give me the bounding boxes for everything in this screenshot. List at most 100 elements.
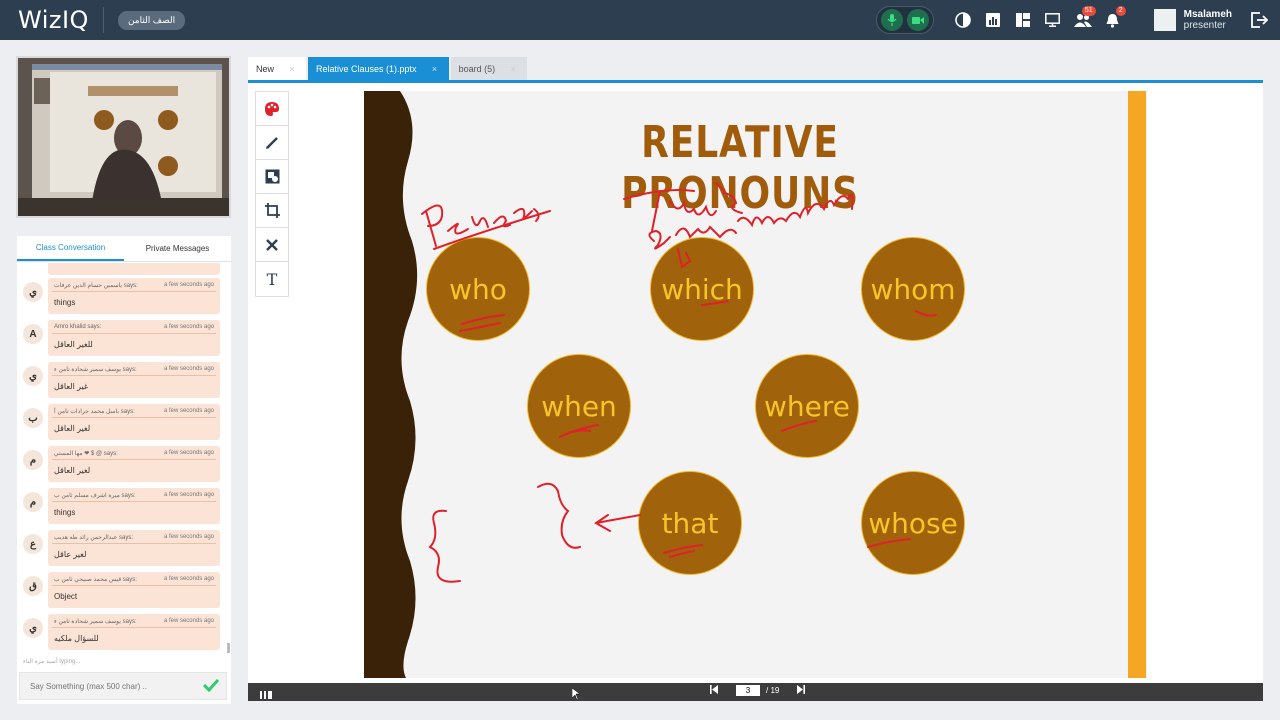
message-sender: مها المستي ❤ $ @ says: (54, 451, 118, 457)
slide-controls-bar: / 19 (248, 683, 1263, 701)
message-time: a few seconds ago (163, 408, 214, 414)
message-text: لغير عاقل (54, 550, 87, 559)
attendees-icon[interactable]: 51 (1068, 0, 1098, 40)
poll-chart-icon[interactable] (978, 0, 1008, 40)
avatar: ي (23, 282, 43, 302)
page-number-input[interactable] (736, 685, 760, 696)
message-sender: يوسف سمير شحادة ثامن ء says: (54, 619, 137, 625)
avatar: م (23, 492, 43, 512)
text-tool-icon[interactable]: T (256, 262, 288, 296)
avatar: ي (23, 618, 43, 638)
palette-icon[interactable] (256, 92, 288, 126)
presenter-video[interactable] (16, 56, 231, 218)
message-sender: ياسمين حسام الدين عرفات says: (54, 283, 138, 289)
user-profile[interactable]: Msalameh presenter (1153, 9, 1232, 31)
tab-private-messages[interactable]: Private Messages (124, 236, 231, 261)
tab-relative-clauses[interactable]: Relative Clauses (1).pptx × (308, 57, 449, 80)
screen-share-icon[interactable] (1038, 0, 1068, 40)
whiteboard[interactable]: T RELATIVE PRONOUNS who which whom when … (248, 83, 1263, 683)
avatar: م (23, 450, 43, 470)
message-text: things (54, 298, 76, 307)
av-controls (875, 6, 934, 34)
user-role: presenter (1183, 20, 1226, 31)
next-slide-icon[interactable] (797, 685, 806, 696)
divider (102, 7, 104, 33)
close-icon[interactable]: × (286, 64, 298, 74)
pagination: / 19 (710, 685, 806, 696)
previous-slide-icon[interactable] (710, 685, 718, 696)
app-logo: WizIQ (18, 6, 89, 34)
avatar: A (23, 324, 43, 344)
tab-class-conversation[interactable]: Class Conversation (17, 236, 124, 261)
close-icon[interactable]: × (429, 64, 441, 74)
camera-icon[interactable] (906, 9, 929, 31)
message-text: للسؤال ملكيه (54, 634, 99, 643)
shapes-icon[interactable] (256, 160, 288, 194)
list-item: ب باسل محمد جرادات ثامن أ says: a few sec… (17, 402, 231, 444)
message-list[interactable]: ي ياسمين حسام الدين عرفات says: a few sec… (17, 263, 231, 653)
avatar (1153, 9, 1176, 31)
chat-panel: Class Conversation Private Messages ي يا… (17, 236, 231, 704)
message-time: a few seconds ago (163, 324, 214, 330)
chat-message-input[interactable] (20, 673, 180, 699)
list-item: م ميرة اشرف مسلم ثامن ب says: a few secon… (17, 486, 231, 528)
exit-class-icon[interactable] (1244, 0, 1274, 40)
attendees-count-badge: 51 (1081, 6, 1096, 16)
notifications-bell-icon[interactable]: 2 (1098, 0, 1128, 40)
avatar: ي (23, 366, 43, 386)
list-item: ي ياسمين حسام الدين عرفات says: a few sec… (17, 276, 231, 318)
contrast-icon[interactable] (948, 0, 978, 40)
drawing-toolbar: T (255, 91, 289, 297)
avatar: ع (23, 534, 43, 554)
message-time: a few seconds ago (163, 282, 214, 288)
tab-label: New (256, 63, 275, 74)
message-text: غير العاقل (54, 382, 89, 391)
list-item: A Amro khalid says: a few seconds ago للغي… (17, 318, 231, 360)
message-sender: باسل محمد جرادات ثامن أ says: (54, 409, 135, 415)
microphone-icon[interactable] (880, 9, 903, 31)
avatar: ب (23, 408, 43, 428)
chat-input-box (19, 672, 227, 700)
message-text: للغير العاقل (54, 340, 93, 349)
message-sender: ميرة اشرف مسلم ثامن ب says: (54, 493, 136, 499)
message-text: لغير العاقل (54, 466, 91, 475)
list-item: ي يوسف سمير شحادة ثامن ء says: a few seco… (17, 612, 231, 653)
mouse-cursor-icon (571, 687, 581, 705)
user-name: Msalameh (1183, 9, 1232, 20)
message-time: a few seconds ago (163, 366, 214, 372)
message-text: Object (54, 592, 78, 601)
message-time: a few seconds ago (163, 618, 214, 624)
list-item: ق قيس محمد صبيحي ثامن ب says: a few secon… (17, 570, 231, 612)
notifications-count-badge: 2 (1115, 6, 1126, 16)
message-time: a few seconds ago (163, 534, 214, 540)
thumbnails-icon[interactable] (260, 687, 272, 705)
message-time: a few seconds ago (163, 492, 214, 498)
message-sender: عبدالرحمن رائد طه هديب says: (54, 535, 134, 541)
list-item: م مها المستي ❤ $ @ says: a few seconds ag… (17, 444, 231, 486)
message-text: things (54, 508, 76, 517)
message-time: a few seconds ago (163, 576, 214, 582)
message-time: a few seconds ago (163, 450, 214, 456)
ink-annotations (421, 182, 937, 583)
tab-board[interactable]: board (5) × (450, 57, 528, 80)
avatar: ق (23, 576, 43, 596)
document-tabs: New × Relative Clauses (1).pptx × board … (248, 57, 529, 80)
layout-icon[interactable] (1008, 0, 1038, 40)
tab-label: Relative Clauses (1).pptx (316, 63, 417, 74)
message-sender: قيس محمد صبيحي ثامن ب says: (54, 577, 137, 583)
clear-icon[interactable] (256, 228, 288, 262)
message-sender: يوسف سمير شحادة ثامن ء says: (54, 367, 137, 373)
close-icon[interactable]: × (507, 64, 519, 74)
crop-icon[interactable] (256, 194, 288, 228)
tab-new[interactable]: New × (248, 57, 307, 80)
scrollbar[interactable] (227, 643, 230, 653)
tab-label: board (5) (458, 63, 496, 74)
send-check-icon[interactable] (202, 678, 220, 697)
pen-icon[interactable] (256, 126, 288, 160)
presentation-slide: RELATIVE PRONOUNS who which whom when wh… (364, 91, 1147, 678)
list-item: ع عبدالرحمن رائد طه هديب says: a few seco… (17, 528, 231, 570)
typing-indicator: أسيد مرة الباء typing... (23, 659, 81, 665)
top-bar: WizIQ الصف الثامن 51 2 Msalameh presente… (0, 0, 1280, 40)
message-text: لغير العاقل (54, 424, 91, 433)
page-total: / 19 (766, 686, 780, 695)
